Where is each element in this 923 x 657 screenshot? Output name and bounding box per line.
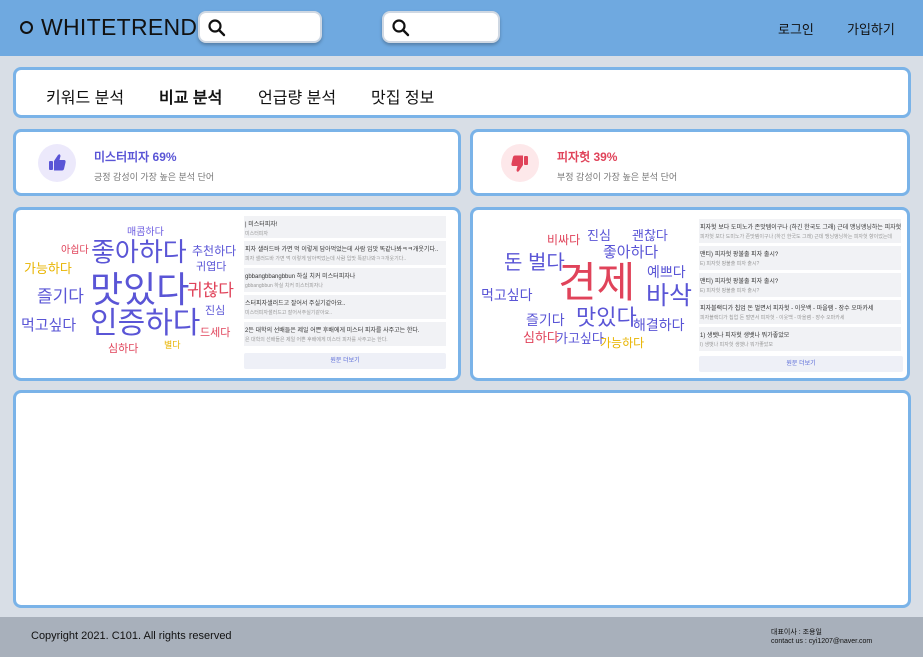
- cloud-word[interactable]: 귀엽다: [196, 262, 226, 273]
- post-snippet: E) 피자헛 팡불출 피자 출시?: [700, 288, 760, 294]
- post-snippet: I) 생뱃나 피자헛 생뱃나 뭐가좋았모: [700, 342, 774, 348]
- cloud-word[interactable]: 심하다: [523, 331, 559, 344]
- cloud-word[interactable]: 즐기다: [526, 313, 565, 327]
- post-title: gbbangbbangbbun 하실 치커 미스터피자나: [245, 274, 356, 280]
- cloud-word[interactable]: 가능하다: [24, 262, 72, 275]
- tab-compare-analysis[interactable]: 비교 분석: [159, 84, 222, 108]
- footer: Copyright 2021. C101. All rights reserve…: [0, 617, 923, 657]
- cloud-word[interactable]: 먹고싶다: [481, 288, 533, 302]
- more-posts-button[interactable]: 원문 더보기: [699, 356, 903, 372]
- post-item[interactable]: gbbangbbangbbun 하실 치커 미스터피자나 gbbangbbun …: [244, 268, 446, 292]
- cloud-word[interactable]: 맛있다: [90, 272, 189, 308]
- post-item[interactable]: 1) 생뱃나 피자헛 생뱃나 뭐가좋았모 I) 생뱃나 피자헛 생뱃나 뭐가좋았…: [699, 327, 901, 351]
- post-snippet: gbbangbbun 하실 치커 미스터피자나: [245, 283, 323, 289]
- positive-sentiment-subtitle: 긍정 감성이 가장 높은 분석 단어: [94, 172, 215, 182]
- cloud-word[interactable]: 가능하다: [600, 337, 644, 349]
- post-title: 2든 대학의 선배들은 제일 어쁜 후배에게 미스터 피자를 사주고는 한다.: [245, 328, 420, 334]
- mention-chart-panel: [13, 390, 911, 608]
- post-item[interactable]: 피자 샐러드바 가면 먹 이렇게 담아먹었는데 사람 입맛 똑같나봐ㅋㅋ개웃기다…: [244, 241, 446, 265]
- cloud-word[interactable]: 아쉽다: [61, 246, 89, 256]
- post-snippet: 피자헛 보다 도미노가 존맛템이구나 (하긴 한국도 그래) 근데 맹닝앵닝하는…: [700, 234, 893, 240]
- post-snippet: 피자 샐러드바 가면 먹 이렇게 담아먹었는데 사람 입맛 똑같나봐ㅋㅋ개웃기다…: [245, 256, 407, 262]
- tab-restaurant-info[interactable]: 맛집 정보: [371, 84, 434, 108]
- cloud-word[interactable]: 먹고싶다: [21, 318, 76, 333]
- cloud-word[interactable]: 비싸다: [547, 234, 580, 246]
- negative-analysis-panel: 비싸다 진심 괜찮다 좋아하다 돈 벌다 견제 예쁘다 바삭 먹고싶다 즐기다 …: [470, 207, 910, 381]
- thumbs-down-icon: [501, 144, 539, 182]
- cloud-word[interactable]: 심하다: [108, 344, 138, 355]
- cloud-word[interactable]: 즐기다: [37, 288, 84, 305]
- copyright-text: Copyright 2021. C101. All rights reserve…: [31, 630, 232, 642]
- post-title: | 미스터피자!: [245, 222, 278, 228]
- search-icon: [392, 19, 410, 37]
- search-input-2[interactable]: [382, 11, 500, 43]
- cloud-word[interactable]: 돈 벌다: [504, 253, 565, 273]
- tab-keyword-analysis[interactable]: 키워드 분석: [46, 84, 124, 108]
- post-item[interactable]: 맨티) 피자헛 팡불출 피자 출시? E) 피자헛 팡불출 피자 출시?: [699, 273, 901, 297]
- logo[interactable]: WHITETREND: [20, 14, 197, 41]
- post-snippet: 미스터피자샐러드고 잘어서주실기같아요..: [245, 310, 332, 316]
- post-item[interactable]: 스터피자샐러드고 잘어서 주실기같아요.. 미스터피자샐러드고 잘어서주실기같아…: [244, 295, 446, 319]
- post-snippet: 미스터피자: [245, 231, 269, 237]
- positive-sentiment-title: 미스터피자 69%: [94, 150, 177, 164]
- cloud-word[interactable]: 추천하다: [192, 245, 236, 257]
- negative-sentiment-card: 피자헛 39% 부정 감성이 가장 높은 분석 단어: [470, 129, 910, 196]
- cloud-word[interactable]: 진심: [587, 229, 611, 242]
- cloud-word[interactable]: 귀찮다: [187, 282, 234, 299]
- cloud-word[interactable]: 괜찮다: [632, 229, 668, 242]
- cloud-word[interactable]: 드세다: [200, 328, 230, 339]
- top-header: WHITETREND 로그인 가입하기: [0, 0, 923, 56]
- post-title: 스터피자샐러드고 잘어서 주실기같아요..: [245, 301, 346, 307]
- contact-text[interactable]: contact us : cyi1207@naver.com: [771, 637, 872, 646]
- positive-sentiment-card: 미스터피자 69% 긍정 감성이 가장 높은 분석 단어: [13, 129, 461, 196]
- cloud-word[interactable]: 가고싶다: [556, 332, 604, 345]
- negative-post-list: 피자헛 보다 도미노가 존맛템이구나 (하긴 한국도 그래) 근데 맹닝앵닝하는…: [699, 219, 905, 379]
- logo-ring-icon: [20, 21, 33, 34]
- company-info: 대표이사 : 조용일 contact us : cyi1207@naver.co…: [771, 628, 872, 647]
- cloud-word[interactable]: 견제: [558, 262, 635, 304]
- positive-word-cloud: 매콤하다 아쉽다 좋아하다 추천하다 가능하다 귀엽다 즐기다 맛있다 귀찮다 …: [16, 210, 244, 378]
- cloud-word[interactable]: 진심: [205, 306, 225, 317]
- cloud-word[interactable]: 인증하다: [90, 309, 200, 339]
- tab-mention-analysis[interactable]: 언급량 분석: [258, 84, 336, 108]
- logo-text: WHITETREND: [41, 14, 198, 40]
- post-item[interactable]: | 미스터피자! 미스터피자: [244, 216, 446, 238]
- cloud-word[interactable]: 바삭: [646, 284, 692, 309]
- negative-sentiment-subtitle: 부정 감성이 가장 높은 분석 단어: [557, 172, 678, 182]
- search-icon: [208, 19, 226, 37]
- post-title: 피자헛 보다 도미노가 존맛템이구나 (하긴 한국도 그래) 근데 맹닝앵닝하는…: [700, 225, 901, 231]
- post-title: 1) 생뱃나 피자헛 생뱃나 뭐가좋았모: [700, 333, 790, 339]
- more-posts-button[interactable]: 원문 더보기: [244, 353, 446, 369]
- post-item[interactable]: 2든 대학의 선배들은 제일 어쁜 후배에게 미스터 피자를 사주고는 한다. …: [244, 322, 446, 346]
- post-item[interactable]: 피자헛 보다 도미노가 존맛템이구나 (하긴 한국도 그래) 근데 맹닝앵닝하는…: [699, 219, 901, 243]
- negative-sentiment-title: 피자헛 39%: [557, 150, 618, 164]
- cloud-word[interactable]: 좋아하다: [603, 245, 658, 260]
- post-item[interactable]: 맨티) 피자헛 팡불출 피자 출시? E) 피자헛 팡불출 피자 출시?: [699, 246, 901, 270]
- cloud-word[interactable]: 해결하다: [633, 318, 685, 332]
- cloud-word[interactable]: 좋아하다: [91, 239, 187, 265]
- post-snippet: 피자블랙디가 칩업 돈 벌면서 피자헛 - 이웃백 - 마을램 - 장수 오마카…: [700, 315, 845, 321]
- positive-post-list: | 미스터피자! 미스터피자 피자 샐러드바 가면 먹 이렇게 담아먹었는데 사…: [244, 216, 449, 376]
- positive-analysis-panel: 매콤하다 아쉽다 좋아하다 추천하다 가능하다 귀엽다 즐기다 맛있다 귀찮다 …: [13, 207, 461, 381]
- signup-link[interactable]: 가입하기: [847, 19, 895, 38]
- post-title: 피자블랙디가 칩업 돈 벌면서 피자헛 - 이웃백 - 마을램 - 장수 오마카…: [700, 306, 874, 312]
- post-snippet: E) 피자헛 팡불출 피자 출시?: [700, 261, 760, 267]
- post-title: 맨티) 피자헛 팡불출 피자 출시?: [700, 279, 779, 285]
- post-title: 맨티) 피자헛 팡불출 피자 출시?: [700, 252, 779, 258]
- negative-word-cloud: 비싸다 진심 괜찮다 좋아하다 돈 벌다 견제 예쁘다 바삭 먹고싶다 즐기다 …: [473, 210, 699, 378]
- search-input-1[interactable]: [198, 11, 322, 43]
- post-title: 피자 샐러드바 가면 먹 이렇게 담아먹었는데 사람 입맛 똑같나봐ㅋㅋ개웃기다…: [245, 247, 439, 253]
- login-link[interactable]: 로그인: [778, 19, 814, 38]
- cloud-word[interactable]: 맛있다: [576, 307, 637, 329]
- post-item[interactable]: 피자블랙디가 칩업 돈 벌면서 피자헛 - 이웃백 - 마을램 - 장수 오마카…: [699, 300, 901, 324]
- cloud-word[interactable]: 예쁘다: [647, 265, 686, 279]
- tab-bar: 키워드 분석 비교 분석 언급량 분석 맛집 정보: [13, 67, 911, 118]
- thumbs-up-icon: [38, 144, 76, 182]
- ceo-text: 대표이사 : 조용일: [771, 629, 822, 636]
- post-snippet: 은 대학의 선배들은 제일 어쁜 후배에게 미스터 피자를 사주고는 한다.: [245, 337, 388, 343]
- cloud-word[interactable]: 별다: [164, 341, 181, 350]
